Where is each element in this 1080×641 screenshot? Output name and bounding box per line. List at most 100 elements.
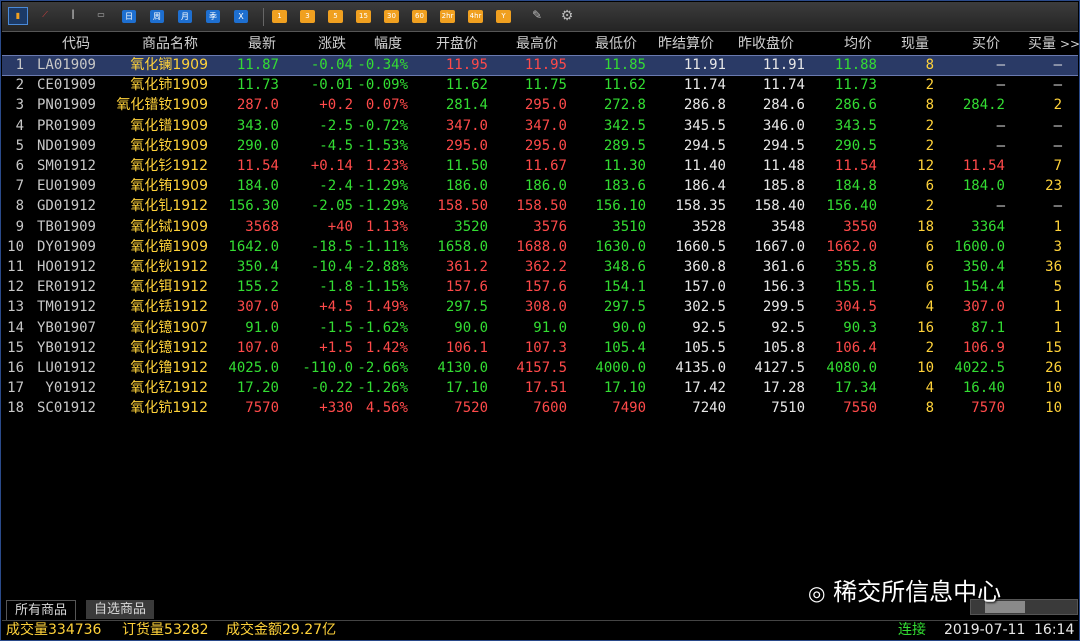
cell-prev-close: 11.91 xyxy=(762,57,805,73)
cell-avg: 184.8 xyxy=(834,178,877,195)
table-row[interactable]: 10 DY01909 氧化镝1909 1642.0 -18.5 -1.11% 1658.0 1… xyxy=(2,237,1078,257)
cell-prev-close: 346.0 xyxy=(762,117,805,134)
period-day-button[interactable]: 日 xyxy=(122,10,136,23)
period-y-button[interactable]: Y xyxy=(496,10,511,23)
cell-latest: 156.30 xyxy=(228,198,279,215)
period-1-button[interactable]: 1 xyxy=(272,10,287,23)
tab-all-products[interactable]: 所有商品 xyxy=(6,600,77,620)
period-4hr-button[interactable]: 4hr xyxy=(468,10,483,23)
period-60-button[interactable]: 60 xyxy=(412,10,427,23)
col-header-name[interactable]: 商品名称 xyxy=(142,34,198,54)
cell-prev-close: 3548 xyxy=(771,218,805,235)
cell-pct: -1.26% xyxy=(357,380,408,397)
cell-high: 362.2 xyxy=(524,259,567,275)
settings-gear-icon[interactable]: ⚙ xyxy=(558,8,576,26)
table-row[interactable]: 4 PR01909 氧化镨1909 343.0 -2.5 -0.72% 347.0 347.0… xyxy=(2,116,1078,136)
table-row[interactable]: 7 EU01909 氧化铕1909 184.0 -2.4 -1.29% 186.0 186.0… xyxy=(2,176,1078,196)
table-row[interactable]: 8 GD01912 氧化钆1912 156.30 -2.05 -1.29% 158.50 15… xyxy=(2,196,1078,216)
cell-bid: 7570 xyxy=(971,400,1005,417)
cell-high: 91.0 xyxy=(533,319,567,336)
table-row[interactable]: 1 LA01909 氧化镧1909 11.87 -0.04 -0.34% 11.95 11.9… xyxy=(2,55,1078,75)
table-row[interactable]: 11 HO01912 氧化钬1912 350.4 -10.4 -2.88% 361.2 362… xyxy=(2,257,1078,277)
col-header-low[interactable]: 最低价 xyxy=(595,34,637,54)
col-header-prev-settle[interactable]: 昨结算价 xyxy=(658,34,714,54)
col-header-prev-close[interactable]: 昨收盘价 xyxy=(738,34,794,54)
table-row[interactable]: 9 TB01909 氧化铽1909 3568 +40 1.13% 3520 3576 3510 3… xyxy=(2,217,1078,237)
cell-avg: 155.1 xyxy=(834,279,877,296)
scroll-right-arrows[interactable]: >> xyxy=(1060,34,1080,54)
cell-bid-vol: 1 xyxy=(1053,299,1062,316)
draw-tool-icon[interactable]: ✎ xyxy=(528,7,546,25)
table-row[interactable]: 18 SC01912 氧化钪1912 7570 +330 4.56% 7520 7600 749… xyxy=(2,398,1078,418)
col-header-high[interactable]: 最高价 xyxy=(516,34,558,54)
cell-avg: 290.5 xyxy=(834,137,877,154)
toolbar-separator xyxy=(263,8,264,26)
cell-bid-vol: 7 xyxy=(1053,158,1062,174)
col-header-latest[interactable]: 最新 xyxy=(248,34,276,54)
cell-pct: 4.56% xyxy=(365,400,408,417)
table-row[interactable]: 12 ER01912 氧化铒1912 155.2 -1.8 -1.15% 157.6 157.… xyxy=(2,277,1078,297)
cell-high: 157.6 xyxy=(524,279,567,296)
period-30-button[interactable]: 30 xyxy=(384,10,399,23)
period-quarter-button[interactable]: 季 xyxy=(206,10,220,23)
col-header-bid[interactable]: 买价 xyxy=(972,34,1000,54)
cell-prev-close: 4127.5 xyxy=(754,360,805,376)
table-row[interactable]: 14 YB01907 氧化镱1907 91.0 -1.5 -1.62% 90.0 91.0 90… xyxy=(2,318,1078,338)
cell-prev-settle: 11.91 xyxy=(683,57,726,73)
col-header-code[interactable]: 代码 xyxy=(62,34,90,54)
cell-code: PN01909 xyxy=(36,97,96,114)
period-5-button[interactable]: 5 xyxy=(328,10,343,23)
table-row[interactable]: 16 LU01912 氧化镥1912 4025.0 -110.0 -2.66% 4130.0… xyxy=(2,358,1078,378)
line-chart-icon[interactable]: ⟋ xyxy=(36,7,54,25)
cell-name: 氧化镝1909 xyxy=(130,238,208,255)
table-row[interactable]: 3 PN01909 氧化镨钕1909 287.0 +0.2 0.07% 281.4 295.0… xyxy=(2,95,1078,115)
window-icon[interactable]: ▭ xyxy=(92,7,110,25)
col-header-pct[interactable]: 幅度 xyxy=(374,34,402,54)
bar-chart-icon[interactable]: ▮ xyxy=(8,7,28,25)
tab-favorites[interactable]: 自选商品 xyxy=(86,600,155,619)
col-header-avg[interactable]: 均价 xyxy=(844,34,872,54)
table-row[interactable]: 17 Y01912 氧化钇1912 17.20 -0.22 -1.26% 17.10 17.5… xyxy=(2,378,1078,398)
table-row[interactable]: 13 TM01912 氧化铥1912 307.0 +4.5 1.49% 297.5 308.0… xyxy=(2,297,1078,317)
cell-open: 295.0 xyxy=(445,137,488,154)
period-month-button[interactable]: 月 xyxy=(178,10,192,23)
period-x-button[interactable]: X xyxy=(234,10,248,23)
cell-change: +330 xyxy=(319,400,353,417)
col-header-change[interactable]: 涨跌 xyxy=(318,34,346,54)
cell-prev-settle: 360.8 xyxy=(683,259,726,275)
cell-low: 154.1 xyxy=(603,279,646,296)
cell-prev-settle: 3528 xyxy=(692,218,726,235)
period-3-button[interactable]: 3 xyxy=(300,10,315,23)
cell-open: 281.4 xyxy=(445,97,488,114)
table-row[interactable]: 6 SM01912 氧化钐1912 11.54 +0.14 1.23% 11.50 11.67… xyxy=(2,156,1078,176)
cell-low: 11.62 xyxy=(603,77,646,94)
connection-status: 连接 xyxy=(898,622,926,638)
table-row[interactable]: 5 ND01909 氧化钕1909 290.0 -4.5 -1.53% 295.0 295.0… xyxy=(2,136,1078,156)
cell-name: 氧化铽1909 xyxy=(130,218,208,235)
col-header-bid-vol[interactable]: 买量 xyxy=(1028,34,1056,54)
cell-bid: 16.40 xyxy=(962,380,1005,397)
col-header-vol[interactable]: 现量 xyxy=(901,34,929,54)
period-week-button[interactable]: 周 xyxy=(150,10,164,23)
cell-prev-settle: 105.5 xyxy=(683,339,726,356)
cell-pct: 1.42% xyxy=(365,339,408,356)
cell-prev-close: 284.6 xyxy=(762,97,805,114)
cell-low: 183.6 xyxy=(603,178,646,195)
table-row[interactable]: 2 CE01909 氧化铈1909 11.73 -0.01 -0.09% 11.62 11.7… xyxy=(2,75,1078,95)
cell-change: -4.5 xyxy=(319,137,353,154)
cell-code: TB01909 xyxy=(36,218,96,235)
table-row[interactable]: 15 YB01912 氧化镱1912 107.0 +1.5 1.42% 106.1 107.3… xyxy=(2,338,1078,358)
period-2hr-button[interactable]: 2hr xyxy=(440,10,455,23)
col-header-open[interactable]: 开盘价 xyxy=(436,34,478,54)
toolbar: ▮ ⟋ ┃ ▭ 日 周 月 季 X 1 3 5 15 30 60 2hr 4hr Y ✎ ⚙ xyxy=(2,2,1078,32)
cell-name: 氧化铕1909 xyxy=(130,178,208,195)
cell-code: HO01912 xyxy=(36,259,96,275)
cell-change: -18.5 xyxy=(310,238,353,255)
cell-code: LA01909 xyxy=(36,57,96,73)
period-15-button[interactable]: 15 xyxy=(356,10,371,23)
cell-prev-settle: 345.5 xyxy=(683,117,726,134)
candlestick-icon[interactable]: ┃ xyxy=(64,7,82,25)
cell-bid: — xyxy=(996,198,1005,215)
status-bar: 成交量334736 订货量53282 成交金额29.27亿 连接 2019-07… xyxy=(2,620,1078,640)
cell-prev-settle: 92.5 xyxy=(692,319,726,336)
